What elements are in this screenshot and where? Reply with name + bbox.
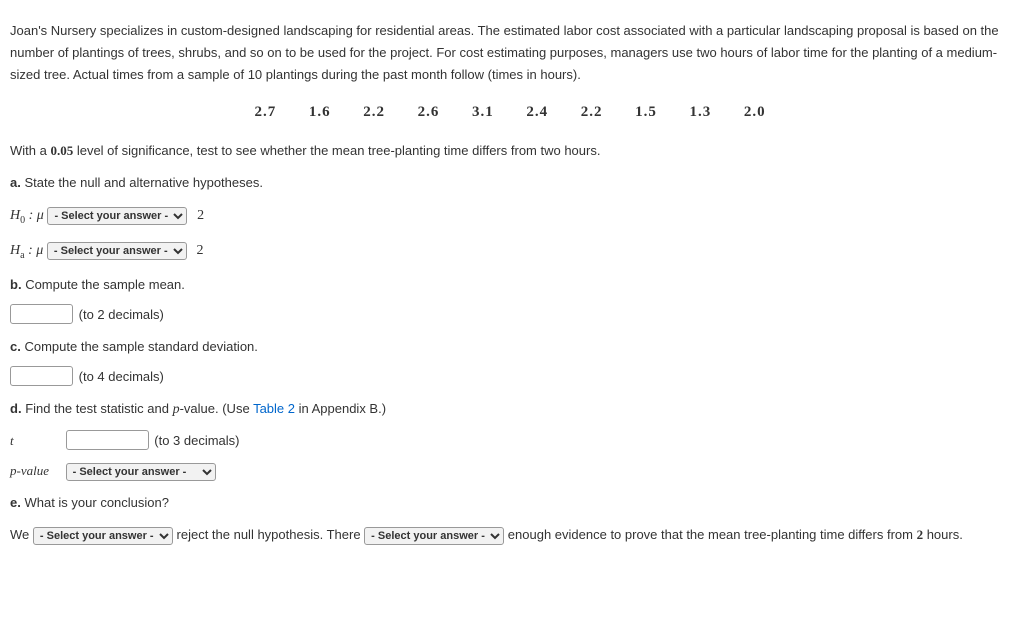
hint-t: (to 3 decimals)	[154, 433, 239, 448]
data-value: 1.3	[689, 100, 711, 126]
part-c: c. Compute the sample standard deviation…	[10, 336, 1010, 358]
data-value: 2.6	[418, 100, 440, 126]
conclusion-evidence-select[interactable]: - Select your answer -	[364, 527, 504, 545]
conclusion-line: We - Select your answer - reject the nul…	[10, 524, 1010, 546]
data-value: 2.2	[363, 100, 385, 126]
intro-text: Joan's Nursery specializes in custom-des…	[10, 20, 1010, 86]
sample-mean-input[interactable]	[10, 304, 73, 324]
hint-c: (to 4 decimals)	[79, 369, 164, 384]
sample-sd-input[interactable]	[10, 366, 73, 386]
t-stat-input[interactable]	[66, 430, 149, 450]
data-value: 2.4	[526, 100, 548, 126]
data-value: 2.7	[254, 100, 276, 126]
data-value: 3.1	[472, 100, 494, 126]
ha-value: 2	[197, 243, 204, 258]
alt-hypothesis-row: Ha : μ - Select your answer - 2	[10, 239, 1010, 264]
hint-b: (to 2 decimals)	[79, 307, 164, 322]
data-value: 1.6	[309, 100, 331, 126]
p-value-select[interactable]: - Select your answer -	[66, 463, 216, 481]
part-b: b. Compute the sample mean.	[10, 274, 1010, 296]
data-value: 2.0	[744, 100, 766, 126]
h0-value: 2	[197, 208, 204, 223]
data-value: 1.5	[635, 100, 657, 126]
part-e: e. What is your conclusion?	[10, 492, 1010, 514]
conclusion-reject-select[interactable]: - Select your answer -	[33, 527, 173, 545]
part-d: d. Find the test statistic and p-value. …	[10, 398, 1010, 422]
ha-operator-select[interactable]: - Select your answer -	[47, 242, 187, 260]
null-hypothesis-row: H0 : μ - Select your answer - 2	[10, 204, 1010, 229]
data-values-row: 2.7 1.6 2.2 2.6 3.1 2.4 2.2 1.5 1.3 2.0	[10, 100, 1010, 126]
part-a: a. State the null and alternative hypoth…	[10, 172, 1010, 194]
significance-line: With a 0.05 level of significance, test …	[10, 140, 1010, 162]
h0-operator-select[interactable]: - Select your answer -	[47, 207, 187, 225]
p-value-label: p-value	[10, 460, 62, 482]
table-2-link[interactable]: Table 2	[253, 401, 295, 416]
t-label: t	[10, 430, 62, 452]
data-value: 2.2	[581, 100, 603, 126]
